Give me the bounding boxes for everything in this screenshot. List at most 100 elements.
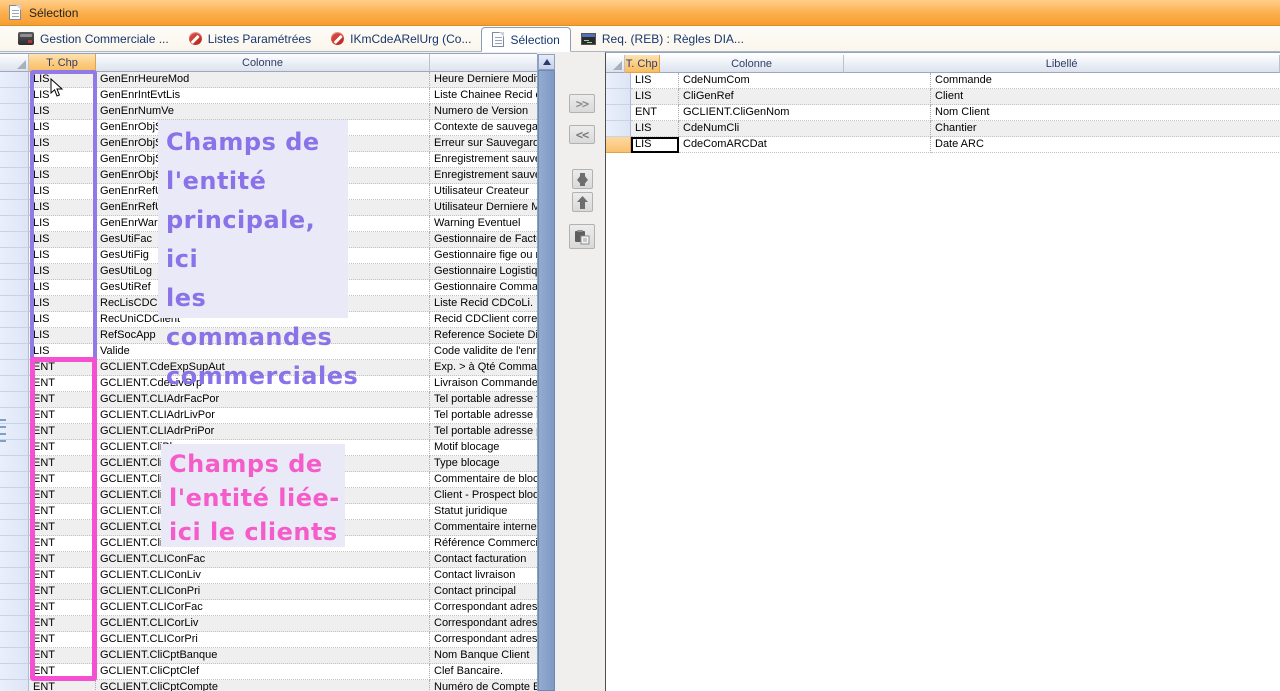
cell-col[interactable]: GesUtiRef [96, 280, 430, 296]
row-header[interactable] [0, 152, 29, 168]
cell-t[interactable]: LIS [29, 136, 96, 152]
cell-t[interactable]: LIS [29, 232, 96, 248]
table-row[interactable]: LISGenEnrNumVeNumero de Version [0, 104, 537, 120]
cell-t[interactable]: LIS [29, 120, 96, 136]
cell-lib[interactable]: Enregistrement sauvega [430, 168, 537, 184]
table-row[interactable]: ENTGCLIENT.CLICorFacCorrespondant adress… [0, 600, 537, 616]
cell-t[interactable]: ENT [29, 552, 96, 568]
cell-t[interactable]: LIS [29, 280, 96, 296]
cell-col[interactable]: GCLIENT.CliBl [96, 440, 430, 456]
table-row[interactable]: LISGenEnrRefUtiUtilisateur Createur [0, 184, 537, 200]
table-row[interactable]: ENTGCLIENT.CliCptClefClef Bancaire. [0, 664, 537, 680]
table-row[interactable]: LISGenEnrHeureModHeure Derniere Modif [0, 72, 537, 88]
cell-col[interactable]: GesUtiFac [96, 232, 430, 248]
cell-col[interactable]: GenEnrHeureMod [96, 72, 430, 88]
table-row[interactable]: LISGenEnrObjSaErreur sur Sauvegarde c [0, 136, 537, 152]
cell-col[interactable]: CdeNumCom [679, 73, 931, 89]
table-row[interactable]: ENTGCLIENT.CdeLivGrpLivraison Commande G… [0, 376, 537, 392]
table-row[interactable]: LISGenEnrObjSaEnregistrement sauvega [0, 152, 537, 168]
row-header[interactable] [0, 232, 29, 248]
table-row[interactable]: LISCdeComARCDatDate ARC [606, 137, 1280, 153]
cell-lib[interactable]: Client [931, 89, 1280, 105]
cell-t[interactable]: LIS [29, 104, 96, 120]
cell-t[interactable]: ENT [631, 105, 679, 121]
cell-t[interactable]: ENT [29, 600, 96, 616]
cell-lib[interactable]: Gestionnaire Logistique [430, 264, 537, 280]
left-table-scrollbar[interactable] [537, 54, 554, 691]
cell-col[interactable]: GCLIENT.CLIConLiv [96, 568, 430, 584]
cell-col[interactable]: GCLIENT.CLIAdrFacPor [96, 392, 430, 408]
row-header[interactable] [0, 584, 29, 600]
cell-col[interactable]: GesUtiLog [96, 264, 430, 280]
cell-t[interactable]: LIS [631, 121, 679, 137]
cell-col[interactable]: GenEnrRefUti [96, 200, 430, 216]
right-header-libelle[interactable]: Libellé [844, 55, 1280, 73]
cell-lib[interactable]: Nom Client [931, 105, 1280, 121]
window-edge-grip[interactable] [0, 426, 6, 428]
row-header[interactable] [0, 504, 29, 520]
cell-lib[interactable]: Nom Banque Client [430, 648, 537, 664]
cell-t[interactable]: ENT [29, 360, 96, 376]
remove-all-button[interactable]: << [569, 125, 595, 144]
cell-col[interactable]: GCLIENT.CLICorLiv [96, 616, 430, 632]
cell-t[interactable]: LIS [29, 168, 96, 184]
cell-t[interactable]: LIS [29, 344, 96, 360]
table-row[interactable]: ENTGCLIENT.CliCoCommentaire de blocage [0, 472, 537, 488]
tab-req-reb-r-gles-dia[interactable]: Req. (REB) : Règles DIA... [571, 26, 754, 51]
cell-col[interactable]: GenEnrObjSa [96, 152, 430, 168]
row-header[interactable] [0, 296, 29, 312]
cell-lib[interactable]: Numéro de Compte Ban [430, 680, 537, 691]
table-row[interactable]: LISCliGenRefClient [606, 89, 1280, 105]
cell-t[interactable]: ENT [29, 568, 96, 584]
cell-col[interactable]: RecLisCDCoL [96, 296, 430, 312]
row-header[interactable] [0, 200, 29, 216]
tab-s-lection[interactable]: Sélection [481, 27, 570, 52]
table-row[interactable]: ENTGCLIENT.CliBlType blocage [0, 456, 537, 472]
cell-t[interactable]: LIS [29, 184, 96, 200]
table-row[interactable]: LISRecLisCDCoLListe Recid CDCoLi. [0, 296, 537, 312]
table-row[interactable]: LISGesUtiFigGestionnaire fige ou nor [0, 248, 537, 264]
row-header[interactable] [0, 88, 29, 104]
left-header-colonne[interactable]: Colonne [96, 54, 430, 72]
table-row[interactable]: LISValideCode validite de l'enregi [0, 344, 537, 360]
table-row[interactable]: LISRecUniCDClientRecid CDClient correspo [0, 312, 537, 328]
row-header[interactable] [0, 488, 29, 504]
row-header[interactable] [0, 632, 29, 648]
cell-col[interactable]: GenEnrIntEvtLis [96, 88, 430, 104]
cell-col[interactable]: GCLIENT.CliCo [96, 472, 430, 488]
cell-lib[interactable]: Liste Chainee Recid evt [430, 88, 537, 104]
cell-lib[interactable]: Motif blocage [430, 440, 537, 456]
window-edge-grip[interactable] [0, 440, 6, 442]
cell-lib[interactable]: Enregistrement sauvega [430, 152, 537, 168]
cell-t[interactable]: LIS [29, 88, 96, 104]
cell-col[interactable]: CdeNumCli [679, 121, 931, 137]
table-row[interactable]: LISGenEnrWarninWarning Eventuel [0, 216, 537, 232]
row-header[interactable] [0, 472, 29, 488]
row-header[interactable] [0, 520, 29, 536]
cell-t[interactable]: ENT [29, 472, 96, 488]
cell-t[interactable]: ENT [29, 408, 96, 424]
table-row[interactable]: LISGenEnrObjSaEnregistrement sauvega [0, 168, 537, 184]
left-header-libelle[interactable] [430, 54, 537, 72]
row-header[interactable] [0, 168, 29, 184]
cell-col[interactable]: GenEnrObjSa [96, 136, 430, 152]
table-row[interactable]: LISGenEnrObjSaContexte de sauvegarde [0, 120, 537, 136]
cell-t[interactable]: LIS [631, 73, 679, 89]
cell-lib[interactable]: Warning Eventuel [430, 216, 537, 232]
table-row[interactable]: ENTGCLIENT.CLIConLivContact livraison [0, 568, 537, 584]
cell-col[interactable]: GCLIENT.CLIConPri [96, 584, 430, 600]
cell-col[interactable]: CdeComARCDat [679, 137, 931, 153]
cell-t[interactable]: ENT [29, 584, 96, 600]
row-header[interactable] [606, 137, 631, 153]
row-header[interactable] [0, 328, 29, 344]
cell-col[interactable]: GCLIENT.CLIAdrLivPor [96, 408, 430, 424]
cell-lib[interactable]: Commentaire de blocage [430, 472, 537, 488]
right-header-tchp[interactable]: T. Chp [625, 55, 660, 73]
row-header[interactable] [0, 312, 29, 328]
table-row[interactable]: ENTGCLIENT.CLICorLivCorrespondant adress… [0, 616, 537, 632]
table-row[interactable]: LISCdeNumComCommande [606, 73, 1280, 89]
cell-lib[interactable]: Contexte de sauvegarde [430, 120, 537, 136]
cell-t[interactable]: ENT [29, 664, 96, 680]
cell-lib[interactable]: Utilisateur Derniere Mod [430, 200, 537, 216]
row-header[interactable] [0, 184, 29, 200]
